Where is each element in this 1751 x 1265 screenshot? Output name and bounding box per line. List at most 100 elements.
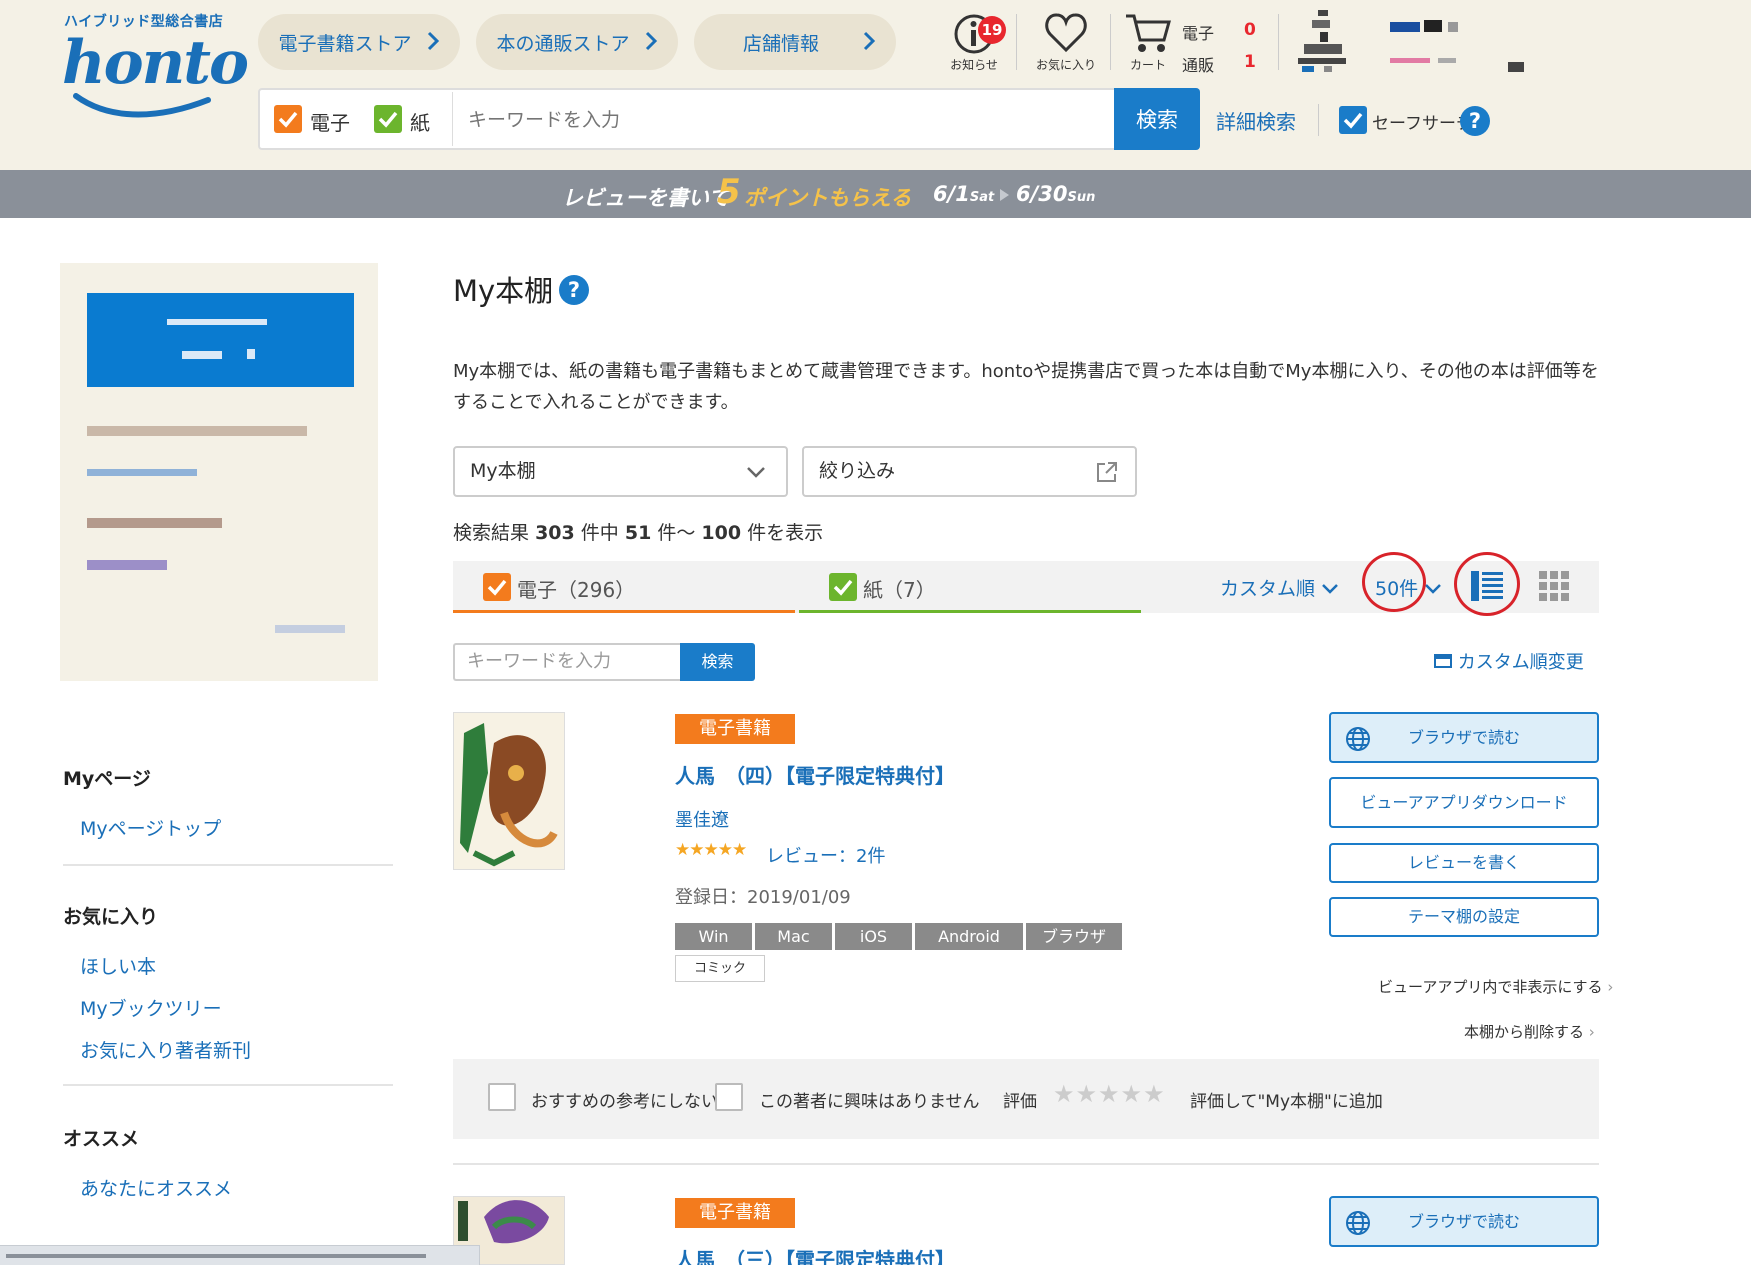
- banner-text2: ポイントもらえる: [744, 186, 912, 210]
- ebook-type-badge: 電子書籍: [675, 1198, 795, 1228]
- cart-button[interactable]: カート: [1122, 10, 1174, 74]
- read-in-browser-button[interactable]: ブラウザで読む: [1329, 1196, 1599, 1247]
- genre-tag: コミック: [675, 955, 765, 982]
- search-input[interactable]: [468, 104, 1108, 136]
- arrow-right-icon: [1000, 189, 1009, 201]
- tab-ebook-label: 電子（296）: [517, 578, 636, 602]
- cart-paper-count[interactable]: 1: [1244, 52, 1256, 72]
- help-icon[interactable]: ?: [559, 275, 589, 305]
- platform-tag: ブラウザ: [1026, 923, 1122, 950]
- cart-ebook-count[interactable]: 0: [1244, 20, 1256, 40]
- nav-book-store[interactable]: 本の通販ストア: [476, 14, 678, 70]
- promo-banner[interactable]: レビューを書いて 5 ポイントもらえる 6/1Sat 6/30Sun: [0, 170, 1751, 218]
- custom-order-change-link[interactable]: カスタム順変更: [1434, 648, 1584, 674]
- book-cover[interactable]: [453, 712, 565, 870]
- platform-tag: Mac: [755, 923, 832, 950]
- tab-ebook[interactable]: 電子（296）: [453, 561, 795, 613]
- rating-input-stars[interactable]: ★★★★★: [1053, 1080, 1166, 1108]
- grid-view-icon[interactable]: [1539, 571, 1569, 601]
- book-title-link[interactable]: 人馬 （四）【電子限定特典付】: [675, 760, 955, 789]
- chevron-right-icon: [427, 31, 440, 51]
- search-bar: 電子 紙: [258, 88, 1200, 150]
- checkbox-checked-icon: [1339, 106, 1367, 134]
- sidebar-item-wishlist[interactable]: ほしい本: [80, 952, 156, 979]
- banner-start-date: 6/1Sat: [933, 182, 995, 206]
- shelf-search-button[interactable]: 検索: [680, 643, 755, 681]
- notification-badge: 19: [978, 16, 1006, 44]
- filter-select-value: 絞り込み: [819, 460, 896, 482]
- platform-tag: Android: [915, 923, 1023, 950]
- safe-search-checkbox[interactable]: [1339, 106, 1367, 134]
- ebook-checkbox[interactable]: [274, 105, 302, 133]
- cart-paper-label: 通販: [1182, 56, 1215, 75]
- checkbox-checked-icon: [829, 573, 857, 601]
- chevron-down-icon: [1425, 584, 1442, 594]
- book-cover-art: [454, 713, 564, 869]
- divider: [63, 1084, 393, 1086]
- tab-paper-label: 紙（7）: [863, 578, 936, 602]
- shelf-keyword-input[interactable]: キーワードを入力: [453, 643, 681, 681]
- viewer-app-download-button[interactable]: ビューアアプリダウンロード: [1329, 777, 1599, 828]
- shelf-select[interactable]: My本棚: [453, 446, 788, 497]
- write-review-button[interactable]: レビューを書く: [1329, 843, 1599, 883]
- tab-underline: [799, 610, 1141, 613]
- checkbox-checked-icon: [274, 105, 302, 133]
- hide-in-viewer-link[interactable]: ビューアアプリ内で非表示にする ›: [1378, 976, 1613, 997]
- banner-text1: レビューを書いて: [562, 186, 730, 210]
- user-status-box: [87, 293, 354, 387]
- help-icon[interactable]: ?: [1460, 106, 1490, 136]
- sidebar-item-booktree[interactable]: Myブックツリー: [80, 994, 222, 1021]
- username[interactable]: [1390, 18, 1530, 74]
- no-author-interest-checkbox[interactable]: [715, 1083, 743, 1111]
- ebook-type-badge: 電子書籍: [675, 714, 795, 744]
- paper-checkbox[interactable]: [374, 105, 402, 133]
- filter-select[interactable]: 絞り込み: [802, 446, 1137, 497]
- avatar[interactable]: [1298, 10, 1350, 72]
- rating-stars: ★★★★★: [675, 840, 747, 860]
- sidebar-heading-favorites: お気に入り: [63, 906, 159, 928]
- cart-label: カート: [1129, 58, 1166, 72]
- logo-swoosh-icon: [73, 93, 211, 118]
- cart-ebook-label: 電子: [1182, 24, 1215, 43]
- search-button[interactable]: 検索: [1114, 88, 1200, 150]
- advanced-search-link[interactable]: 詳細検索: [1216, 106, 1296, 135]
- review-count-link[interactable]: レビュー：2件: [766, 842, 885, 868]
- no-recommend-label: おすすめの参考にしない: [531, 1092, 718, 1112]
- globe-icon: [1346, 727, 1370, 751]
- no-recommend-checkbox[interactable]: [488, 1083, 516, 1111]
- sort-order-label: カスタム順: [1220, 578, 1316, 600]
- shelf-select-value: My本棚: [470, 460, 536, 482]
- tab-paper[interactable]: 紙（7）: [799, 561, 1141, 613]
- nav-store-info[interactable]: 店舗情報: [694, 14, 896, 70]
- sidebar-item-mypage-top[interactable]: Myページトップ: [80, 814, 221, 841]
- checkbox-checked-icon: [483, 573, 511, 601]
- chevron-right-icon: [645, 31, 658, 51]
- book-title-link[interactable]: 人馬 （三）【電子限定特典付】: [675, 1244, 955, 1265]
- chevron-down-icon: [1322, 584, 1338, 594]
- honto-logo[interactable]: honto: [62, 28, 249, 98]
- remove-from-shelf-link[interactable]: 本棚から削除する ›: [1464, 1021, 1595, 1042]
- divider: [63, 864, 393, 866]
- external-link-icon: [1097, 462, 1117, 482]
- sidebar-item-author-new[interactable]: お気に入り著者新刊: [80, 1036, 251, 1063]
- notifications-button[interactable]: 19 お知らせ: [938, 10, 1010, 74]
- author-link[interactable]: 墨佳遼: [675, 806, 729, 832]
- favorites-label: お気に入り: [1035, 58, 1096, 72]
- chevron-right-icon: [863, 31, 876, 51]
- nav-ebook-store[interactable]: 電子書籍ストア: [258, 14, 460, 70]
- no-author-interest-label: この著者に興味はありません: [759, 1092, 980, 1112]
- checkbox-checked-icon: [374, 105, 402, 133]
- favorites-button[interactable]: お気に入り: [1030, 10, 1102, 74]
- nav-store-info-label: 店舗情報: [742, 32, 819, 55]
- read-in-browser-button[interactable]: ブラウザで読む: [1329, 712, 1599, 763]
- sidebar-item-recommend-for-you[interactable]: あなたにオススメ: [80, 1174, 232, 1201]
- site-header: ハイブリッド型総合書店 honto 電子書籍ストア 本の通販ストア 店舗情報 1…: [0, 0, 1751, 170]
- rating-label: 評価: [1003, 1092, 1037, 1112]
- sidebar-heading-mypage: Myページ: [63, 768, 151, 790]
- cart-icon: [1126, 14, 1171, 52]
- theme-shelf-setting-button[interactable]: テーマ棚の設定: [1329, 897, 1599, 937]
- browser-status-bar: [0, 1245, 480, 1265]
- chevron-down-icon: [747, 467, 765, 478]
- rate-and-add-label: 評価して"My本棚"に追加: [1190, 1092, 1383, 1112]
- sort-order-select[interactable]: カスタム順: [1220, 574, 1339, 601]
